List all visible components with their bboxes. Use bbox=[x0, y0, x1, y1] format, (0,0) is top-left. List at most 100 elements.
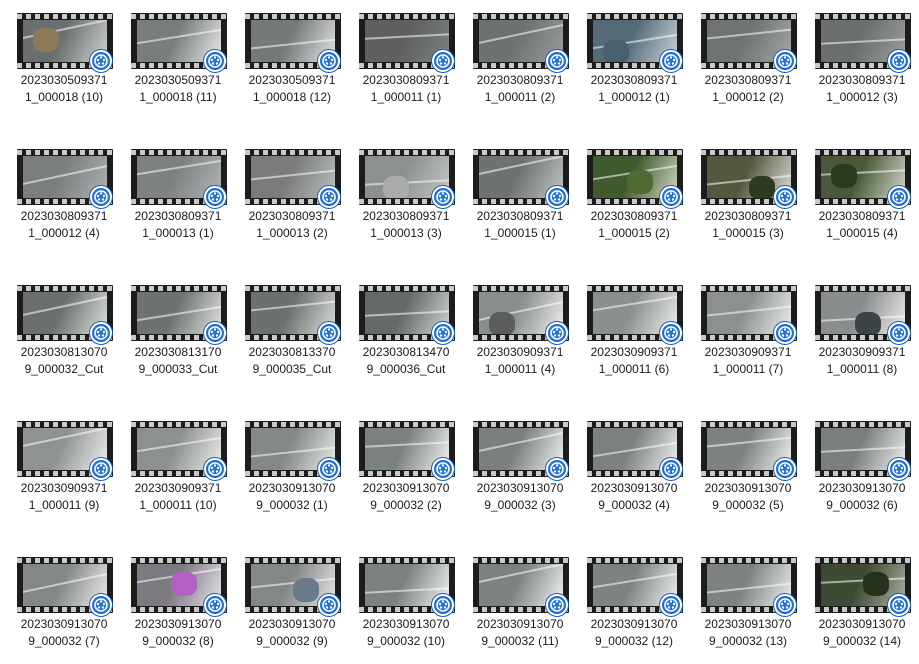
video-player-badge-icon bbox=[774, 50, 796, 72]
file-item[interactable]: 2023030909371 1_000011 (7) bbox=[694, 272, 802, 392]
file-item[interactable]: 2023030909371 1_000011 (10) bbox=[124, 408, 232, 528]
frame-edge-line bbox=[365, 587, 449, 594]
file-name-line-2: 1_000015 (3) bbox=[712, 226, 784, 240]
file-name: 2023030913070 9_000032 (14) bbox=[808, 616, 916, 650]
file-item[interactable]: 2023030809371 1_000015 (4) bbox=[808, 136, 916, 256]
file-item[interactable]: 2023030913070 9_000032 (2) bbox=[352, 408, 460, 528]
file-item[interactable]: 2023030809371 1_000015 (1) bbox=[466, 136, 574, 256]
video-player-badge-icon bbox=[318, 458, 340, 480]
file-item[interactable]: 2023030909371 1_000011 (4) bbox=[466, 272, 574, 392]
file-name-line-1: 2023030813370 bbox=[248, 345, 336, 359]
file-item[interactable]: 2023030509371 1_000018 (12) bbox=[238, 0, 346, 120]
film-sprockets-top bbox=[359, 286, 455, 291]
file-item[interactable]: 2023030809371 1_000012 (3) bbox=[808, 0, 916, 120]
file-item[interactable]: 2023030913070 9_000032 (12) bbox=[580, 544, 688, 664]
file-item[interactable]: 2023030809371 1_000012 (1) bbox=[580, 0, 688, 120]
video-player-badge-icon bbox=[204, 186, 226, 208]
file-name: 2023030909371 1_000011 (6) bbox=[580, 344, 688, 378]
video-player-badge-icon bbox=[432, 458, 454, 480]
file-name-line-2: 1_000012 (3) bbox=[826, 90, 898, 104]
file-item[interactable]: 2023030913070 9_000032 (3) bbox=[466, 408, 574, 528]
file-name-line-2: 1_000018 (11) bbox=[139, 90, 217, 104]
file-name: 2023030913070 9_000032 (3) bbox=[466, 480, 574, 514]
film-sprockets-top bbox=[17, 14, 113, 19]
file-name-line-1: 2023030913070 bbox=[704, 481, 792, 495]
file-name-line-1: 2023030809371 bbox=[818, 73, 906, 87]
file-name-line-2: 9_000035_Cut bbox=[252, 362, 332, 376]
file-item[interactable]: 2023030909371 1_000011 (6) bbox=[580, 272, 688, 392]
file-item[interactable]: 2023030809371 1_000013 (1) bbox=[124, 136, 232, 256]
file-name-line-1: 2023030813170 bbox=[134, 345, 222, 359]
file-name-line-1: 2023030913070 bbox=[590, 481, 678, 495]
frame-edge-line bbox=[707, 436, 791, 448]
file-item[interactable]: 2023030809371 1_000012 (4) bbox=[10, 136, 118, 256]
file-item[interactable]: 2023030813170 9_000033_Cut bbox=[124, 272, 232, 392]
video-player-badge-icon bbox=[546, 186, 568, 208]
file-name: 2023030913070 9_000032 (11) bbox=[466, 616, 574, 650]
file-item[interactable]: 2023030809371 1_000011 (2) bbox=[466, 0, 574, 120]
video-player-badge-icon bbox=[546, 458, 568, 480]
file-item[interactable]: 2023030809371 1_000015 (2) bbox=[580, 136, 688, 256]
file-name-line-1: 2023030809371 bbox=[590, 209, 678, 223]
file-name-line-1: 2023030913070 bbox=[362, 481, 450, 495]
file-item[interactable]: 2023030813070 9_000032_Cut bbox=[10, 272, 118, 392]
file-item[interactable]: 2023030913070 9_000032 (11) bbox=[466, 544, 574, 664]
film-sprockets-top bbox=[17, 150, 113, 155]
file-item[interactable]: 2023030509371 1_000018 (10) bbox=[10, 0, 118, 120]
file-name-line-1: 2023030809371 bbox=[20, 209, 108, 223]
file-name-line-2: 1_000011 (8) bbox=[826, 362, 898, 376]
film-sprockets-top bbox=[473, 14, 569, 19]
file-item[interactable]: 2023030913070 9_000032 (7) bbox=[10, 544, 118, 664]
file-name-line-2: 9_000032 (10) bbox=[366, 634, 446, 648]
file-item[interactable]: 2023030813370 9_000035_Cut bbox=[238, 272, 346, 392]
file-name-line-2: 9_000032 (4) bbox=[598, 498, 670, 512]
file-item[interactable]: 2023030813470 9_000036_Cut bbox=[352, 272, 460, 392]
frame-subject bbox=[863, 572, 889, 596]
file-item[interactable]: 2023030509371 1_000018 (11) bbox=[124, 0, 232, 120]
frame-subject bbox=[489, 312, 515, 334]
frame-edge-line bbox=[23, 164, 107, 186]
file-name: 2023030809371 1_000011 (1) bbox=[352, 72, 460, 106]
file-item[interactable]: 2023030809371 1_000011 (1) bbox=[352, 0, 460, 120]
film-sprockets-top bbox=[701, 422, 797, 427]
file-item[interactable]: 2023030913070 9_000032 (10) bbox=[352, 544, 460, 664]
file-name: 2023030913070 9_000032 (13) bbox=[694, 616, 802, 650]
film-sprockets-top bbox=[815, 558, 911, 563]
video-player-badge-icon bbox=[90, 594, 112, 616]
file-item[interactable]: 2023030913070 9_000032 (13) bbox=[694, 544, 802, 664]
file-item[interactable]: 2023030909371 1_000011 (8) bbox=[808, 272, 916, 392]
video-player-badge-icon bbox=[660, 458, 682, 480]
file-item[interactable]: 2023030913070 9_000032 (9) bbox=[238, 544, 346, 664]
file-item[interactable]: 2023030809371 1_000015 (3) bbox=[694, 136, 802, 256]
file-item[interactable]: 2023030909371 1_000011 (9) bbox=[10, 408, 118, 528]
file-name-line-2: 9_000032 (14) bbox=[822, 634, 902, 648]
file-name-line-2: 9_000032 (2) bbox=[370, 498, 442, 512]
file-item[interactable]: 2023030913070 9_000032 (5) bbox=[694, 408, 802, 528]
file-name: 2023030813170 9_000033_Cut bbox=[124, 344, 232, 378]
film-sprockets-top bbox=[473, 422, 569, 427]
file-item[interactable]: 2023030913070 9_000032 (14) bbox=[808, 544, 916, 664]
file-name: 2023030809371 1_000012 (2) bbox=[694, 72, 802, 106]
file-name: 2023030809371 1_000011 (2) bbox=[466, 72, 574, 106]
file-name-line-2: 1_000018 (10) bbox=[24, 90, 104, 104]
file-item[interactable]: 2023030809371 1_000012 (2) bbox=[694, 0, 802, 120]
film-sprockets-top bbox=[245, 286, 341, 291]
file-name: 2023030913070 9_000032 (8) bbox=[124, 616, 232, 650]
file-name: 2023030909371 1_000011 (8) bbox=[808, 344, 916, 378]
file-item[interactable]: 2023030809371 1_000013 (2) bbox=[238, 136, 346, 256]
video-player-badge-icon bbox=[546, 594, 568, 616]
file-item[interactable]: 2023030913070 9_000032 (6) bbox=[808, 408, 916, 528]
file-name-line-1: 2023030913070 bbox=[248, 617, 336, 631]
video-player-badge-icon bbox=[204, 594, 226, 616]
file-item[interactable]: 2023030913070 9_000032 (4) bbox=[580, 408, 688, 528]
film-sprockets-top bbox=[815, 14, 911, 19]
film-sprockets-top bbox=[815, 286, 911, 291]
frame-edge-line bbox=[479, 564, 563, 584]
video-player-badge-icon bbox=[204, 50, 226, 72]
video-player-badge-icon bbox=[888, 594, 910, 616]
file-name: 2023030913070 9_000032 (6) bbox=[808, 480, 916, 514]
file-name: 2023030809371 1_000015 (4) bbox=[808, 208, 916, 242]
file-item[interactable]: 2023030913070 9_000032 (1) bbox=[238, 408, 346, 528]
file-item[interactable]: 2023030809371 1_000013 (3) bbox=[352, 136, 460, 256]
file-item[interactable]: 2023030913070 9_000032 (8) bbox=[124, 544, 232, 664]
